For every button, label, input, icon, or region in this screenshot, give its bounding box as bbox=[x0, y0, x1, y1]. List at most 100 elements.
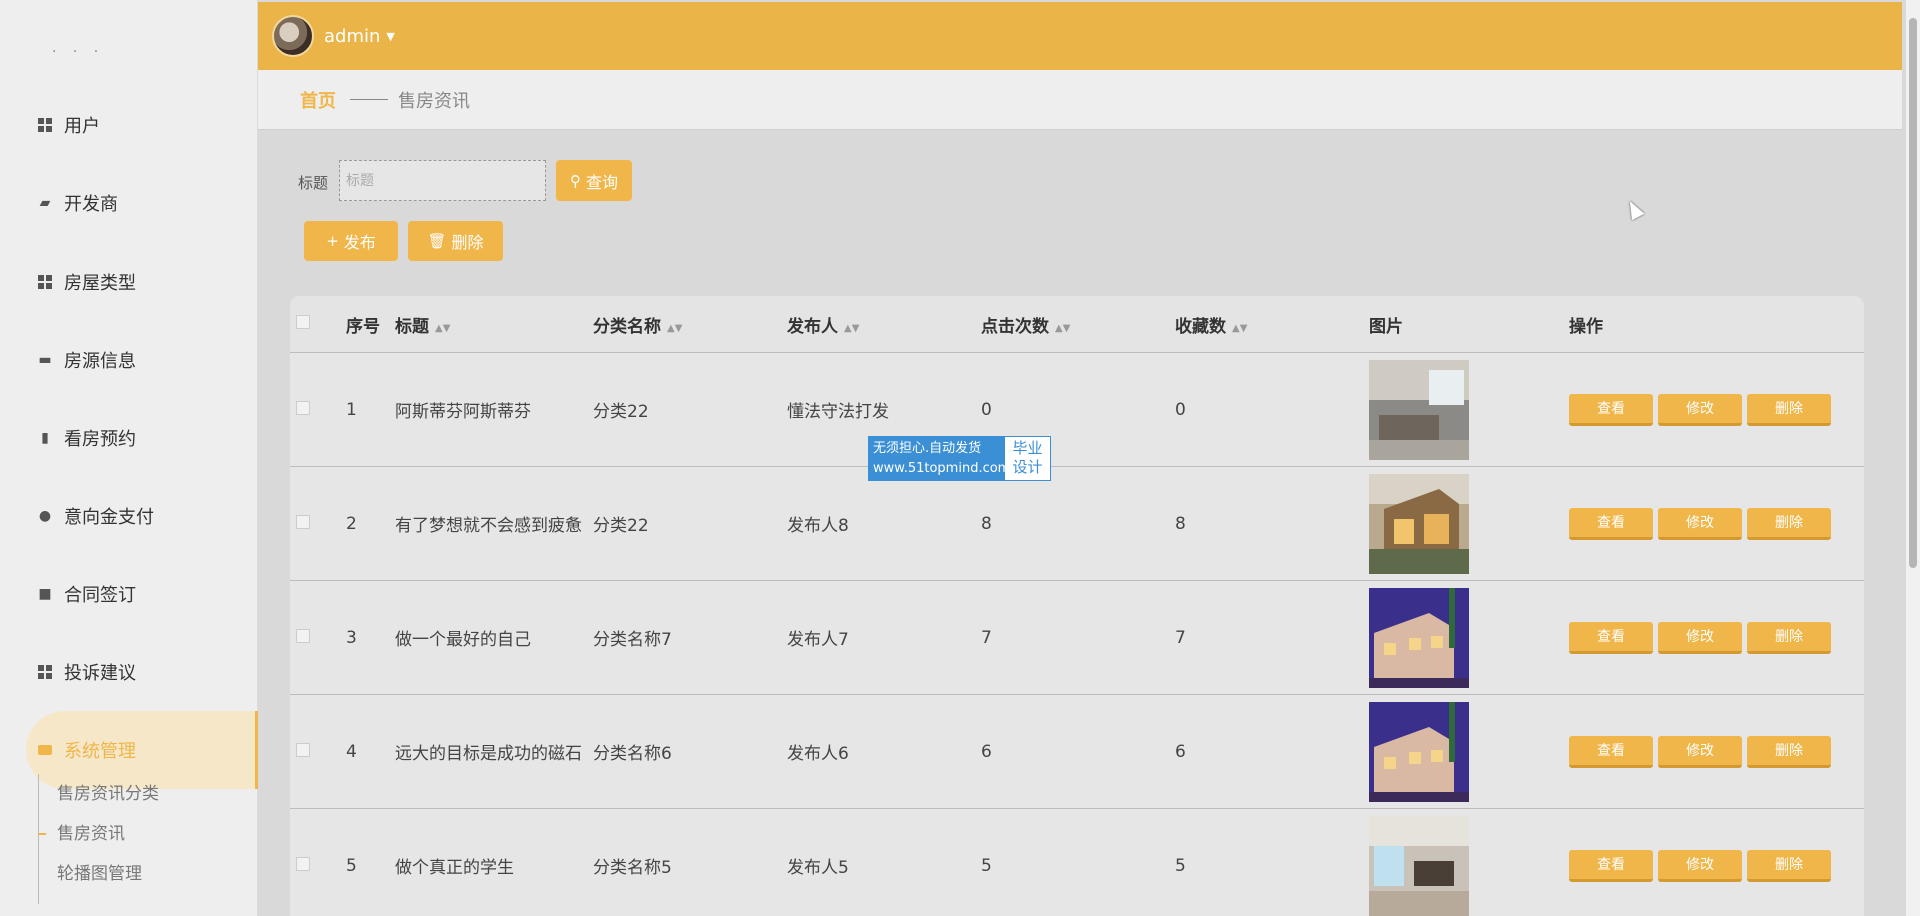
briefcase-icon: ▬ bbox=[38, 352, 52, 368]
avatar[interactable] bbox=[272, 15, 314, 57]
sidebar-item-complaints[interactable]: 投诉建议 bbox=[0, 633, 258, 711]
cell-category: 分类名称5 bbox=[593, 858, 672, 878]
sidebar-item-developers[interactable]: ▰ 开发商 bbox=[0, 164, 258, 242]
table-header: 序号 标题 ▲▼ 分类名称 ▲▼ 发布人 ▲▼ 点击次数 ▲▼ 收藏数 ▲▼ 图片 操作 bbox=[290, 296, 1864, 352]
column-header-image: 图片 bbox=[1369, 316, 1403, 337]
row-checkbox[interactable] bbox=[296, 628, 310, 643]
sidebar-item-contracts[interactable]: ■ 合同签订 bbox=[0, 555, 258, 633]
search-label: 标题 bbox=[298, 174, 329, 192]
view-button[interactable]: 查看 bbox=[1569, 393, 1653, 426]
cell-clicks: 0 bbox=[981, 399, 992, 420]
user-icon: ● bbox=[38, 508, 52, 524]
row-checkbox[interactable] bbox=[296, 514, 310, 529]
cell-category: 分类22 bbox=[593, 402, 649, 422]
row-checkbox[interactable] bbox=[296, 742, 310, 757]
column-header-favorites[interactable]: 收藏数 ▲▼ bbox=[1175, 312, 1369, 337]
house-thumbnail[interactable] bbox=[1369, 359, 1469, 460]
sidebar-item-label: 房源信息 bbox=[64, 351, 136, 372]
column-header-ops: 操作 bbox=[1569, 316, 1603, 337]
breadcrumb-current: 售房资讯 bbox=[398, 90, 470, 112]
edit-button[interactable]: 修改 bbox=[1658, 507, 1742, 540]
house-thumbnail[interactable] bbox=[1369, 473, 1469, 574]
sort-icon[interactable]: ▲▼ bbox=[1232, 323, 1247, 334]
query-button[interactable]: ⚲ 查询 bbox=[556, 160, 632, 201]
search-icon: ⚲ bbox=[569, 171, 581, 190]
house-thumbnail[interactable] bbox=[1369, 815, 1469, 916]
cell-publisher: 懂法守法打发 bbox=[787, 402, 889, 422]
cell-favorites: 7 bbox=[1175, 627, 1186, 648]
sidebar-subitem-carousel[interactable]: 轮播图管理 bbox=[39, 854, 159, 894]
page-scrollbar[interactable] bbox=[1906, 0, 1920, 916]
sort-icon[interactable]: ▲▼ bbox=[435, 323, 450, 334]
cell-clicks: 5 bbox=[981, 855, 992, 876]
clipboard-icon: ■ bbox=[38, 586, 52, 602]
cell-no: 4 bbox=[346, 741, 357, 762]
watermark-line1: 无须担心.自动发货 bbox=[873, 441, 982, 456]
cell-favorites: 0 bbox=[1175, 399, 1186, 420]
table-row: 2 有了梦想就不会感到疲惫 分类22 发布人8 8 8 查看 修改 删除 bbox=[290, 466, 1864, 580]
view-button[interactable]: 查看 bbox=[1569, 735, 1653, 768]
watermark-right2: 设计 bbox=[1012, 458, 1043, 476]
table-row: 4 远大的目标是成功的磁石 分类名称6 发布人6 6 6 查看 修改 删除 bbox=[290, 694, 1864, 808]
edit-button[interactable]: 修改 bbox=[1658, 621, 1742, 654]
row-checkbox[interactable] bbox=[296, 856, 310, 871]
watermark-badge: 无须担心.自动发货 www.51topmind.com 毕业 设计 bbox=[868, 436, 1051, 481]
column-header-label: 标题 bbox=[395, 316, 429, 337]
cell-favorites: 6 bbox=[1175, 741, 1186, 762]
edit-button[interactable]: 修改 bbox=[1658, 849, 1742, 882]
sidebar-item-deposit-payment[interactable]: ● 意向金支付 bbox=[0, 477, 258, 555]
sidebar-logo-dots: · · · bbox=[52, 44, 105, 60]
view-button[interactable]: 查看 bbox=[1569, 621, 1653, 654]
cell-title: 阿斯蒂芬阿斯蒂芬 bbox=[395, 402, 531, 422]
sidebar-item-viewing-appointments[interactable]: ▮ 看房预约 bbox=[0, 399, 258, 477]
column-header-category[interactable]: 分类名称 ▲▼ bbox=[593, 312, 787, 337]
view-button[interactable]: 查看 bbox=[1569, 849, 1653, 882]
publish-button-label: 发布 bbox=[343, 233, 376, 252]
cell-category: 分类名称6 bbox=[593, 744, 672, 764]
column-header-title[interactable]: 标题 ▲▼ bbox=[395, 312, 593, 337]
row-delete-button[interactable]: 删除 bbox=[1747, 849, 1831, 882]
cell-no: 2 bbox=[346, 513, 357, 534]
house-thumbnail[interactable] bbox=[1369, 701, 1469, 802]
grid-icon bbox=[38, 275, 52, 289]
sidebar-item-listings[interactable]: ▬ 房源信息 bbox=[0, 321, 258, 399]
breadcrumb-home[interactable]: 首页 bbox=[300, 87, 336, 113]
cell-publisher: 发布人8 bbox=[787, 516, 849, 536]
breadcrumb: 首页 售房资讯 bbox=[258, 70, 1902, 130]
delete-button[interactable]: 🗑 删除 bbox=[408, 221, 503, 261]
search-input[interactable] bbox=[339, 160, 546, 201]
column-header-publisher[interactable]: 发布人 ▲▼ bbox=[787, 312, 981, 337]
select-all-checkbox[interactable] bbox=[296, 315, 310, 329]
sidebar-item-house-types[interactable]: 房屋类型 bbox=[0, 243, 258, 321]
cell-no: 3 bbox=[346, 627, 357, 648]
row-delete-button[interactable]: 删除 bbox=[1747, 621, 1831, 654]
house-thumbnail[interactable] bbox=[1369, 587, 1469, 688]
sort-icon[interactable]: ▲▼ bbox=[844, 323, 859, 334]
sidebar-item-label: 系统管理 bbox=[64, 741, 136, 762]
publish-button[interactable]: + 发布 bbox=[304, 221, 398, 261]
username[interactable]: admin bbox=[324, 26, 380, 47]
top-header: admin ▼ bbox=[258, 2, 1902, 70]
cell-clicks: 7 bbox=[981, 627, 992, 648]
sidebar-subitem-news[interactable]: 售房资讯 bbox=[38, 814, 159, 854]
trash-icon: 🗑 bbox=[427, 232, 447, 250]
row-delete-button[interactable]: 删除 bbox=[1747, 507, 1831, 540]
cell-category: 分类22 bbox=[593, 516, 649, 536]
view-button[interactable]: 查看 bbox=[1569, 507, 1653, 540]
row-checkbox[interactable] bbox=[296, 400, 310, 415]
sidebar-subitem-news-categories[interactable]: 售房资讯分类 bbox=[39, 774, 159, 814]
cell-publisher: 发布人7 bbox=[787, 630, 849, 650]
column-header-label: 点击次数 bbox=[981, 316, 1049, 337]
cell-clicks: 8 bbox=[981, 513, 992, 534]
sidebar-item-users[interactable]: 用户 bbox=[0, 86, 258, 164]
caret-down-icon[interactable]: ▼ bbox=[386, 30, 394, 43]
edit-button[interactable]: 修改 bbox=[1658, 735, 1742, 768]
sort-icon[interactable]: ▲▼ bbox=[667, 323, 682, 334]
edit-button[interactable]: 修改 bbox=[1658, 393, 1742, 426]
row-delete-button[interactable]: 删除 bbox=[1747, 393, 1831, 426]
column-header-clicks[interactable]: 点击次数 ▲▼ bbox=[981, 312, 1175, 337]
row-delete-button[interactable]: 删除 bbox=[1747, 735, 1831, 768]
scrollbar-thumb[interactable] bbox=[1909, 18, 1917, 568]
sidebar: · · · 用户 ▰ 开发商 房屋类型 ▬ 房源信息 ▮ 看房预约 ● 意向金支… bbox=[0, 0, 258, 916]
sort-icon[interactable]: ▲▼ bbox=[1055, 323, 1070, 334]
